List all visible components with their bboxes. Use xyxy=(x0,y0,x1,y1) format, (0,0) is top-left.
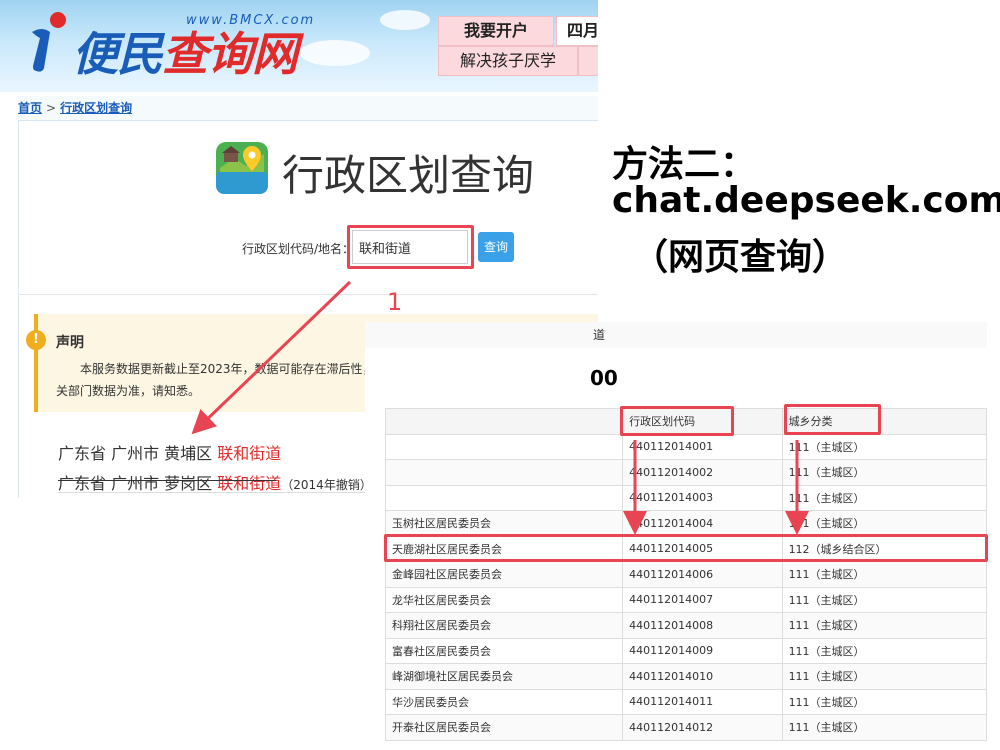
table-row: 玉树社区居民委员会 440112014004 111（主城区） xyxy=(384,510,987,537)
cell-name: 开泰社区居民委员会 xyxy=(384,714,624,741)
highlight-box-code-header xyxy=(620,406,734,436)
table-summary xyxy=(365,348,987,406)
result-item[interactable]: 广东省 广州市 黄埔区 联和街道 xyxy=(58,440,281,464)
cell-code: 440112014006 xyxy=(622,561,783,588)
table-row: 440112014001 111（主城区） xyxy=(384,433,987,460)
cell-class: 111（主城区） xyxy=(781,663,987,690)
cloud-decoration xyxy=(380,10,430,30)
cell-class: 111（主城区） xyxy=(781,484,987,511)
cell-class: 111（主城区） xyxy=(781,586,987,613)
breadcrumb-home[interactable]: 首页 xyxy=(18,101,42,115)
cell-code: 440112014002 xyxy=(622,459,783,486)
table-row: 440112014002 111（主城区） xyxy=(384,459,987,486)
logo-text-part2: 查询网 xyxy=(162,27,298,81)
breadcrumb-separator: > xyxy=(46,101,57,115)
table-row: 科翔社区居民委员会 440112014008 111（主城区） xyxy=(384,612,987,639)
table-summary-text: 00 xyxy=(590,366,618,390)
cell-name: 龙华社区居民委员会 xyxy=(384,586,624,613)
table-title-text: 道 xyxy=(593,328,606,342)
result-item-revoked[interactable]: 广东省 广州市 萝岗区 联和街道（2014年撤销） xyxy=(58,470,372,494)
cell-name: 金峰园社区居民委员会 xyxy=(384,561,624,588)
strikethrough xyxy=(58,480,276,481)
table-row: 龙华社区居民委员会 440112014007 111（主城区） xyxy=(384,586,987,613)
cell-name xyxy=(384,484,624,511)
cell-code: 440112014009 xyxy=(622,637,783,664)
table-row: 金峰园社区居民委员会 440112014006 111（主城区） xyxy=(384,561,987,588)
cell-name: 科翔社区居民委员会 xyxy=(384,612,624,639)
cell-code: 440112014007 xyxy=(622,586,783,613)
cell-code: 440112014001 xyxy=(622,433,783,460)
table-title-strip: 道 xyxy=(365,322,987,349)
cell-class: 111（主城区） xyxy=(781,561,987,588)
cell-class: 111（主城区） xyxy=(781,612,987,639)
highlight-box-row xyxy=(384,534,988,562)
result-path: 广东省 广州市 黄埔区 xyxy=(58,444,218,463)
cell-name: 玉树社区居民委员会 xyxy=(384,510,624,537)
table-row: 华沙居民委员会 440112014011 111（主城区） xyxy=(384,688,987,715)
search-button[interactable]: 查询 xyxy=(478,232,514,262)
method-subtitle: （网页查询） xyxy=(632,237,849,278)
divider xyxy=(18,294,598,295)
logo-icon xyxy=(32,12,66,72)
header-link-right[interactable] xyxy=(578,46,598,76)
cell-code: 440112014008 xyxy=(622,612,783,639)
step-number: 1 xyxy=(387,288,403,316)
cloud-decoration xyxy=(300,40,370,66)
result-highlight: 联和街道 xyxy=(217,444,282,463)
division-table: 行政区划代码 城乡分类 440112014001 111（主城区） 44011201… xyxy=(384,408,987,741)
cell-class: 111（主城区） xyxy=(781,433,987,460)
revoked-note: （2014年撤销） xyxy=(281,478,372,492)
cell-code: 440112014011 xyxy=(622,688,783,715)
table-row: 富春社区居民委员会 440112014009 111（主城区） xyxy=(384,637,987,664)
table-row: 开泰社区居民委员会 440112014012 111（主城区） xyxy=(384,714,987,741)
highlight-box-class-header xyxy=(784,404,881,435)
cell-class: 111（主城区） xyxy=(781,510,987,537)
cell-class: 111（主城区） xyxy=(781,688,987,715)
method-url: chat.deepseek.com xyxy=(612,180,1000,221)
cell-name: 华沙居民委员会 xyxy=(384,688,624,715)
cell-class: 111（主城区） xyxy=(781,714,987,741)
search-label: 行政区划代码/地名： xyxy=(242,242,355,256)
cell-code: 440112014010 xyxy=(622,663,783,690)
result-highlight: 联和街道 xyxy=(217,474,282,493)
cell-code: 440112014004 xyxy=(622,510,783,537)
cell-name: 峰湖御境社区居民委员会 xyxy=(384,663,624,690)
cell-code: 440112014003 xyxy=(622,484,783,511)
result-path: 广东省 广州市 萝岗区 xyxy=(58,474,218,493)
school-ad-button[interactable]: 解决孩子厌学 xyxy=(438,46,578,76)
logo-url: www.BMCX.com xyxy=(186,13,316,28)
column-header-name xyxy=(384,408,624,435)
table-row: 440112014003 111（主城区） xyxy=(384,484,987,511)
highlight-box-search xyxy=(347,225,474,269)
open-account-button[interactable]: 我要开户 xyxy=(438,16,554,46)
cell-name xyxy=(384,433,624,460)
notice-title: 声明 xyxy=(56,335,84,351)
warning-icon: ! xyxy=(26,330,46,350)
cell-name xyxy=(384,459,624,486)
map-pin-icon xyxy=(216,142,268,194)
header-link-four[interactable]: 四月 xyxy=(556,16,598,46)
cell-code: 440112014012 xyxy=(622,714,783,741)
cell-class: 111（主城区） xyxy=(781,459,987,486)
breadcrumb: 首页 > 行政区划查询 xyxy=(18,96,598,121)
breadcrumb-current[interactable]: 行政区划查询 xyxy=(60,101,132,115)
cell-class: 111（主城区） xyxy=(781,637,987,664)
page-title: 行政区划查询 xyxy=(282,151,535,200)
table-row: 峰湖御境社区居民委员会 440112014010 111（主城区） xyxy=(384,663,987,690)
logo-text-part1: 便民 xyxy=(72,27,163,81)
site-header: 便民查询网 www.BMCX.com 我要开户 四月 解决孩子厌学 xyxy=(0,0,598,92)
cell-name: 富春社区居民委员会 xyxy=(384,637,624,664)
